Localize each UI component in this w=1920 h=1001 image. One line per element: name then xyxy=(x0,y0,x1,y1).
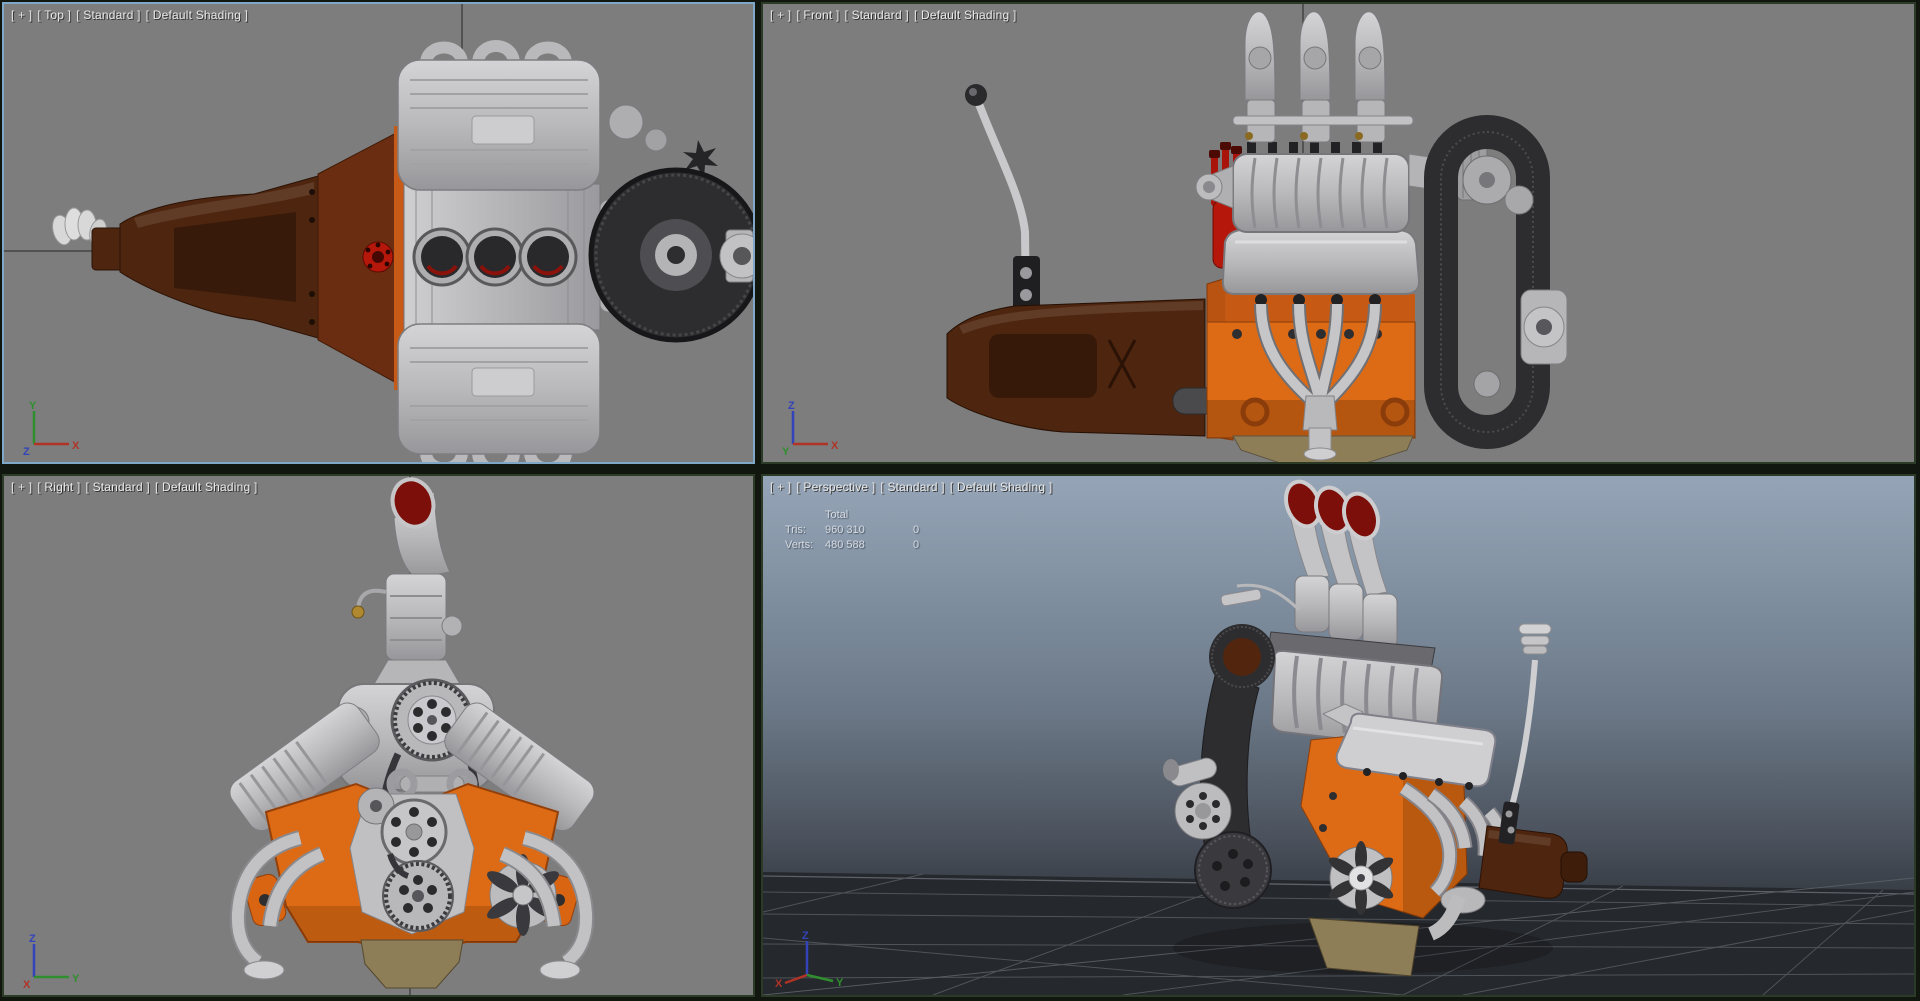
engine-model-top-view[interactable] xyxy=(50,40,753,462)
viewport-perspective[interactable]: [ + ] [ Perspective ] [ Standard ] [ Defaul… xyxy=(761,474,1916,997)
velocity-stack xyxy=(390,477,451,579)
viewport-label: [ + ] [ Perspective ] [ Standard ] [ Defaul… xyxy=(770,480,1057,494)
velocity-stacks xyxy=(1232,11,1414,143)
viewport-label: [ + ] [ Top ] [ Standard ] [ Default Shadin… xyxy=(11,8,253,22)
viewport-menu-general[interactable]: [ + ] xyxy=(11,8,32,22)
drive-belt xyxy=(1424,115,1550,449)
viewport-menu-style[interactable]: [ Standard ] xyxy=(845,8,909,22)
stats-tris-selected: 0 xyxy=(913,524,920,536)
engine-model-right-view[interactable] xyxy=(224,476,599,989)
axis-left-label: X xyxy=(775,978,783,989)
viewport-quad-layout: [ + ] [ Top ] [ Standard ] [ Default Shadin… xyxy=(0,0,1920,1001)
axis-up-label: Z xyxy=(29,933,36,945)
viewport-menu-general[interactable]: [ + ] xyxy=(11,480,32,494)
axis-origin-label: X xyxy=(23,979,31,989)
top-view-scene[interactable] xyxy=(4,4,753,462)
axis-gizmo: Z Y X xyxy=(23,933,80,989)
transmission xyxy=(91,175,319,339)
supercharger xyxy=(403,183,601,331)
viewport-label: [ + ] [ Right ] [ Standard ] [ Default Shad… xyxy=(11,480,262,494)
axis-gizmo: Z X Y xyxy=(775,930,844,989)
axis-gizmo: Z X Y xyxy=(782,400,839,456)
transmission xyxy=(946,298,1224,437)
velocity-stack-openings xyxy=(412,227,578,287)
viewport-menu-pov[interactable]: [ Top ] xyxy=(37,8,71,22)
viewport-menu-pov[interactable]: [ Perspective ] xyxy=(796,480,875,494)
viewport-front[interactable]: [ + ] [ Front ] [ Standard ] [ Default Shad… xyxy=(761,2,1916,464)
gear-shifter xyxy=(1498,623,1552,845)
viewport-menu-style[interactable]: [ Standard ] xyxy=(86,480,150,494)
viewport-right[interactable]: [ + ] [ Right ] [ Standard ] [ Default Shad… xyxy=(2,474,755,997)
viewport-menu-shading[interactable]: [ Default Shading ] xyxy=(155,480,258,494)
front-view-scene[interactable] xyxy=(763,4,1914,462)
axis-gizmo: Y X Z xyxy=(23,400,80,456)
axis-up-label: Z xyxy=(788,400,795,412)
viewport-menu-general[interactable]: [ + ] xyxy=(770,480,791,494)
axis-origin-label: Y xyxy=(782,446,790,456)
viewport-top[interactable]: [ + ] [ Top ] [ Standard ] [ Default Shadin… xyxy=(2,2,755,464)
carburetor xyxy=(351,573,463,685)
velocity-stacks xyxy=(1284,479,1388,597)
viewport-menu-pov[interactable]: [ Right ] xyxy=(37,480,80,494)
axis-origin-label: Z xyxy=(23,446,30,456)
valve-cover-right-bank xyxy=(397,323,601,462)
stats-tris-total: 960 310 xyxy=(825,524,865,536)
viewport-menu-style[interactable]: [ Standard ] xyxy=(76,8,140,22)
viewport-menu-shading[interactable]: [ Default Shading ] xyxy=(914,8,1017,22)
stats-verts-selected: 0 xyxy=(913,539,920,551)
axis-right-label: X xyxy=(831,440,839,452)
statistics-overlay: Total Tris: 960 310 0 Verts: 480 588 0 xyxy=(785,508,943,553)
perspective-view-scene[interactable] xyxy=(763,476,1914,995)
axis-up-label: Z xyxy=(802,930,809,942)
axis-up-label: Y xyxy=(29,400,37,412)
timing-cover-pulleys xyxy=(349,787,475,935)
viewport-menu-pov[interactable]: [ Front ] xyxy=(796,8,839,22)
viewport-splitter-vertical[interactable] xyxy=(753,0,763,1001)
viewport-menu-style[interactable]: [ Standard ] xyxy=(880,480,944,494)
viewport-menu-shading[interactable]: [ Default Shading ] xyxy=(950,480,1053,494)
viewport-menu-shading[interactable]: [ Default Shading ] xyxy=(146,8,249,22)
valve-cover xyxy=(1221,229,1421,295)
axis-right-label: Y xyxy=(836,977,844,989)
axis-right-label: Y xyxy=(72,973,80,985)
axis-right-label: X xyxy=(72,440,80,452)
stats-total-header: Total xyxy=(825,509,849,521)
engine-model-front-view[interactable] xyxy=(946,11,1568,462)
stats-verts-total: 480 588 xyxy=(825,539,865,551)
bell-housing xyxy=(317,126,406,390)
viewport-label: [ + ] [ Front ] [ Standard ] [ Default Shad… xyxy=(770,8,1021,22)
viewport-menu-general[interactable]: [ + ] xyxy=(770,8,791,22)
stats-tris-label: Tris: xyxy=(785,524,806,536)
valve-cover-left-bank xyxy=(397,40,601,191)
right-view-scene[interactable] xyxy=(4,476,753,995)
viewport-splitter-horizontal[interactable] xyxy=(0,462,1920,476)
oil-pan xyxy=(360,939,464,989)
stats-verts-label: Verts: xyxy=(785,539,814,551)
